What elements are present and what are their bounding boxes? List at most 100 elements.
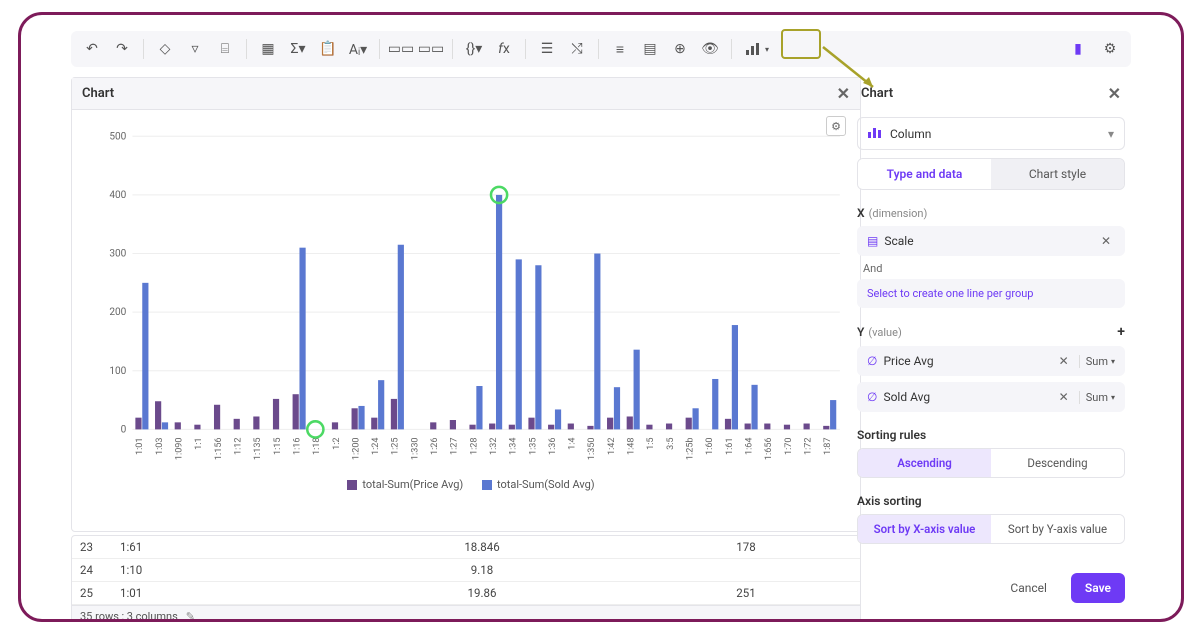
save-button[interactable]: Save	[1071, 573, 1125, 603]
y-field-remove-icon[interactable]: ✕	[1055, 390, 1073, 404]
cancel-button[interactable]: Cancel	[996, 573, 1061, 603]
svg-text:1:70: 1:70	[784, 437, 794, 455]
axis-sorting-label: Axis sorting	[857, 494, 1125, 508]
table-footer: 35 rows ; 3 columns ✎	[72, 605, 860, 622]
merge-icon[interactable]: ◇	[152, 36, 178, 62]
svg-text:1:330: 1:330	[410, 437, 420, 460]
chart-panel-title: Chart	[82, 86, 114, 101]
y-field-pill[interactable]: ∅Price Avg✕Sum ▾	[857, 346, 1125, 376]
svg-text:1:87: 1:87	[823, 437, 833, 455]
chart-type-select[interactable]: Column ▾	[857, 117, 1125, 150]
config-panel-close-icon[interactable]: ✕	[1108, 84, 1121, 103]
svg-text:1:1: 1:1	[194, 437, 204, 449]
svg-text:300: 300	[109, 249, 126, 260]
redo-button[interactable]: ↷	[109, 36, 135, 62]
svg-text:1:32: 1:32	[489, 437, 499, 455]
table-row: 241:109.18	[72, 559, 860, 582]
undo-button[interactable]: ↶	[79, 36, 105, 62]
sort-asc-button[interactable]: Ascending	[858, 449, 991, 477]
svg-text:1:16: 1:16	[292, 437, 302, 455]
table-row: 251:0119.86251	[72, 582, 860, 605]
filter-icon[interactable]: ▿	[182, 36, 208, 62]
svg-text:400: 400	[109, 190, 126, 201]
svg-text:1:01: 1:01	[135, 437, 145, 455]
agg-select[interactable]: Sum ▾	[1079, 391, 1115, 404]
and-label: And	[863, 262, 1125, 275]
sort-by-x-button[interactable]: Sort by X-axis value	[858, 515, 991, 543]
svg-text:100: 100	[109, 366, 126, 377]
svg-text:200: 200	[109, 307, 126, 318]
tab-chart-style[interactable]: Chart style	[991, 159, 1124, 189]
x-field-remove-icon[interactable]: ✕	[1097, 234, 1115, 248]
y-field-pill[interactable]: ∅Sold Avg✕Sum ▾	[857, 382, 1125, 412]
align-icon[interactable]: ≡	[607, 36, 633, 62]
y-field-remove-icon[interactable]: ✕	[1055, 354, 1073, 368]
svg-text:1:28: 1:28	[469, 437, 479, 455]
eye-icon[interactable]: 👁	[697, 36, 723, 62]
svg-text:1:61: 1:61	[725, 437, 735, 455]
spark-icon[interactable]: ⤭	[564, 36, 590, 62]
svg-text:1:25: 1:25	[391, 437, 401, 455]
grid2-icon[interactable]: ▭▭	[418, 36, 444, 62]
svg-text:1:200: 1:200	[351, 437, 361, 460]
book-icon[interactable]: ▮	[1065, 36, 1091, 62]
svg-text:1:090: 1:090	[175, 437, 185, 460]
chart-panel-close-icon[interactable]: ✕	[837, 84, 850, 103]
edit-icon[interactable]: ✎	[186, 610, 195, 622]
add-y-series-button[interactable]: +	[1117, 324, 1125, 340]
config-panel-title: Chart	[861, 86, 893, 101]
svg-text:1:48: 1:48	[627, 437, 637, 455]
svg-text:1:72: 1:72	[803, 437, 813, 455]
toolbar: ↶ ↷ ◇ ▿ ⌸ ▦ Σ▾ 📋 Aᵢ▾ ▭▭ ▭▭ {}▾ fx ☰ ⤭ ≡ …	[71, 31, 1131, 67]
clipboard-icon[interactable]: 📋	[315, 36, 341, 62]
agg-select[interactable]: Sum ▾	[1079, 355, 1115, 368]
tab-type-and-data[interactable]: Type and data	[858, 159, 991, 189]
svg-text:1:350: 1:350	[587, 437, 597, 460]
svg-text:1:12: 1:12	[234, 437, 244, 455]
svg-text:1:35: 1:35	[528, 437, 538, 455]
chart-plot: 0 100 200 300 400 500 1:01 1:03 1:090 1:1 1:156 1:1…	[92, 118, 850, 478]
svg-text:1:60: 1:60	[705, 437, 715, 455]
svg-text:1:4: 1:4	[568, 437, 578, 449]
svg-text:1:34: 1:34	[509, 437, 519, 455]
sigma-icon[interactable]: Σ▾	[285, 36, 311, 62]
fx-icon[interactable]: fx	[491, 36, 517, 62]
sort-desc-button[interactable]: Descending	[991, 449, 1124, 477]
svg-text:1:03: 1:03	[155, 437, 165, 455]
sort-by-y-button[interactable]: Sort by Y-axis value	[991, 515, 1124, 543]
braces-icon[interactable]: {}▾	[461, 36, 487, 62]
table-icon[interactable]: ▦	[255, 36, 281, 62]
font-icon[interactable]: Aᵢ▾	[345, 36, 371, 62]
chart-small-icon[interactable]: ⌸	[212, 36, 238, 62]
svg-text:1:26: 1:26	[430, 437, 440, 455]
svg-text:1:64: 1:64	[744, 437, 754, 455]
svg-text:1:135: 1:135	[253, 437, 263, 460]
hierarchy-icon[interactable]: ☰	[534, 36, 560, 62]
chart-panel-header: Chart ✕	[72, 78, 860, 110]
group-hint[interactable]: Select to create one line per group	[857, 279, 1125, 308]
x-section: X(dimension)	[857, 206, 1125, 220]
grid1-icon[interactable]: ▭▭	[388, 36, 414, 62]
chart-panel: Chart ✕ ⚙ 0 100 200 300 400 500 1:01 1:03 1:090 1…	[71, 77, 861, 532]
svg-text:1:27: 1:27	[450, 437, 460, 455]
svg-text:1:2: 1:2	[332, 437, 342, 449]
settings-icon[interactable]: ⚙	[1097, 36, 1123, 62]
chart-settings-icon[interactable]: ⚙	[826, 116, 846, 136]
tabs: Type and data Chart style	[857, 158, 1125, 190]
align2-icon[interactable]: ▤	[637, 36, 663, 62]
table-row: 231:6118.846178	[72, 536, 860, 559]
svg-text:1:156: 1:156	[214, 437, 224, 460]
legend-item-1: total-Sum(Price Avg)	[347, 478, 463, 491]
config-panel: Chart ✕ Column ▾ Type and data Chart sty…	[857, 77, 1125, 593]
svg-text:1:24: 1:24	[371, 437, 381, 455]
svg-text:0: 0	[121, 424, 127, 435]
chart-button[interactable]: ▾	[740, 36, 774, 62]
legend-item-2: total-Sum(Sold Avg)	[482, 478, 595, 491]
svg-text:1:25b: 1:25b	[686, 437, 696, 460]
link-icon[interactable]: ⊕	[667, 36, 693, 62]
svg-text:1:36: 1:36	[548, 437, 558, 455]
svg-text:500: 500	[109, 131, 126, 142]
x-field-pill[interactable]: ▤ Scale ✕	[857, 226, 1125, 256]
svg-text:1:656: 1:656	[764, 437, 774, 460]
svg-text:1:5: 1:5	[646, 437, 656, 449]
